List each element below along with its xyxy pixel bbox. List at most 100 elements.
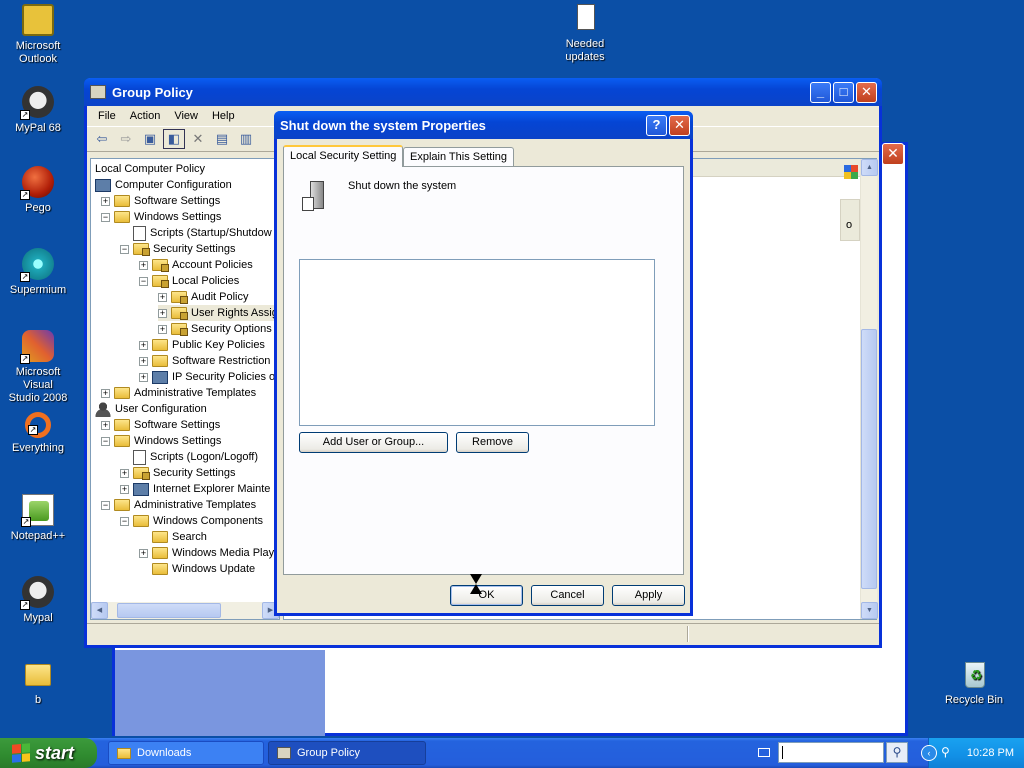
scroll-up-icon[interactable]: ▲: [861, 159, 878, 176]
desktop-icon-everything[interactable]: ↗ Everything: [0, 412, 76, 455]
expand-icon[interactable]: +: [158, 308, 167, 318]
tree-node-scripts-startup[interactable]: Scripts (Startup/Shutdow: [133, 225, 272, 241]
remove-button[interactable]: Remove: [456, 432, 529, 453]
desktop-icon-visual-studio[interactable]: ↗ Microsoft Visual Studio 2008: [0, 330, 76, 405]
menu-file[interactable]: File: [91, 110, 123, 122]
scroll-down-icon[interactable]: ▼: [861, 602, 878, 619]
taskbar-search-input[interactable]: [778, 742, 884, 763]
tree-node-user-security-settings[interactable]: + Security Settings: [120, 465, 236, 481]
close-button[interactable]: ✕: [856, 81, 877, 103]
properties-dialog[interactable]: Shut down the system Properties ? ✕ Loca…: [274, 111, 693, 616]
tree-node-ie-maintenance[interactable]: + Internet Explorer Mainte: [120, 481, 270, 497]
desktop-icon-mypal68[interactable]: ↗ MyPal 68: [0, 86, 76, 135]
cancel-button[interactable]: Cancel: [531, 585, 604, 606]
tab-local-security-setting[interactable]: Local Security Setting: [283, 145, 404, 167]
show-hide-tree-icon[interactable]: ◧: [163, 129, 185, 149]
menu-view[interactable]: View: [167, 110, 205, 122]
tree-node-scripts-logon[interactable]: Scripts (Logon/Logoff): [133, 449, 258, 465]
tree-node-software-restriction[interactable]: + Software Restriction: [139, 353, 270, 369]
help-button[interactable]: ?: [646, 114, 667, 136]
background-window-close-button[interactable]: ✕: [882, 143, 904, 165]
scroll-thumb[interactable]: [861, 329, 877, 589]
tree-node-account-policies[interactable]: + Account Policies: [139, 257, 253, 273]
collapse-icon[interactable]: −: [120, 516, 129, 526]
collapse-icon[interactable]: −: [139, 276, 148, 286]
desktop-icon-pego[interactable]: ↗ Pego: [0, 166, 76, 215]
up-folder-icon[interactable]: ▣: [139, 129, 161, 149]
tree-horizontal-scrollbar[interactable]: ◀ ▶: [91, 602, 279, 619]
tray-search-icon[interactable]: ⚲: [941, 745, 950, 759]
tree-node-computer-configuration[interactable]: Computer Configuration: [95, 177, 232, 193]
maximize-button[interactable]: □: [833, 81, 854, 103]
collapse-icon[interactable]: −: [101, 500, 110, 510]
tree-node-local-computer-policy[interactable]: Local Computer Policy: [95, 161, 205, 177]
expand-icon[interactable]: +: [139, 340, 148, 350]
tab-explain-this-setting[interactable]: Explain This Setting: [403, 147, 515, 167]
expand-icon[interactable]: +: [101, 388, 110, 398]
tree-node-user-configuration[interactable]: User Configuration: [95, 401, 207, 417]
tree-node-security-options[interactable]: + Security Options: [158, 321, 272, 337]
menu-help[interactable]: Help: [205, 110, 242, 122]
tree-node-security-settings[interactable]: − Security Settings: [120, 241, 236, 257]
tree-node-local-policies[interactable]: − Local Policies: [139, 273, 239, 289]
expand-icon[interactable]: +: [139, 356, 148, 366]
tree-node-audit-policy[interactable]: + Audit Policy: [158, 289, 248, 305]
keyboard-icon[interactable]: [758, 748, 770, 757]
ok-button[interactable]: OK: [450, 585, 523, 606]
expand-icon[interactable]: +: [120, 468, 129, 478]
tree-node-windows-media-player[interactable]: + Windows Media Playe: [139, 545, 279, 561]
tree-node-user-admin-templates[interactable]: − Administrative Templates: [101, 497, 256, 513]
desktop-icon-recycle-bin[interactable]: ♻ Recycle Bin: [936, 658, 1012, 707]
tree-node-software-settings[interactable]: + Software Settings: [101, 193, 220, 209]
tray-expand-icon[interactable]: ‹: [921, 745, 937, 761]
desktop-icon-notepadpp[interactable]: ↗ Notepad++: [0, 494, 76, 543]
tree-node-user-software-settings[interactable]: + Software Settings: [101, 417, 220, 433]
clock[interactable]: 10:28 PM: [967, 747, 1014, 759]
taskbar-item-group-policy[interactable]: Group Policy: [268, 741, 426, 765]
tree-node-administrative-templates[interactable]: + Administrative Templates: [101, 385, 256, 401]
properties-icon[interactable]: ▤: [211, 129, 233, 149]
desktop-icon-outlook[interactable]: Microsoft Outlook: [0, 4, 76, 66]
taskbar-item-downloads[interactable]: Downloads: [108, 741, 264, 765]
expand-icon[interactable]: +: [139, 372, 148, 382]
desktop-icon-b-folder[interactable]: b: [0, 658, 76, 707]
tree-node-ip-security-policies[interactable]: + IP Security Policies or: [139, 369, 279, 385]
group-policy-titlebar[interactable]: Group Policy _ □ ✕: [84, 78, 882, 106]
expand-icon[interactable]: +: [139, 260, 148, 270]
apply-button[interactable]: Apply: [612, 585, 685, 606]
dialog-close-button[interactable]: ✕: [669, 114, 690, 136]
details-vertical-scrollbar[interactable]: ▲ ▼: [860, 159, 878, 619]
scroll-left-icon[interactable]: ◀: [91, 602, 108, 619]
collapse-icon[interactable]: −: [101, 436, 110, 446]
tree-node-windows-settings[interactable]: − Windows Settings: [101, 209, 221, 225]
user-group-list[interactable]: [299, 259, 655, 426]
tree-node-search[interactable]: Search: [152, 529, 207, 545]
tree-node-user-windows-settings[interactable]: − Windows Settings: [101, 433, 221, 449]
add-user-or-group-button[interactable]: Add User or Group...: [299, 432, 448, 453]
start-button[interactable]: start: [0, 738, 97, 768]
desktop-icon-mypal[interactable]: ↗ Mypal: [0, 576, 76, 625]
expand-icon[interactable]: +: [101, 420, 110, 430]
expand-icon[interactable]: +: [120, 484, 129, 494]
collapse-icon[interactable]: −: [101, 212, 110, 222]
dialog-titlebar[interactable]: Shut down the system Properties ? ✕: [274, 111, 693, 139]
tree-node-public-key-policies[interactable]: + Public Key Policies: [139, 337, 265, 353]
scroll-thumb[interactable]: [117, 603, 221, 618]
expand-icon[interactable]: +: [139, 548, 148, 558]
forward-arrow-icon[interactable]: ⇨: [115, 129, 137, 149]
expand-icon[interactable]: +: [101, 196, 110, 206]
collapse-icon[interactable]: −: [120, 244, 129, 254]
menu-action[interactable]: Action: [123, 110, 168, 122]
minimize-button[interactable]: _: [810, 81, 831, 103]
expand-icon[interactable]: +: [158, 292, 167, 302]
tree-pane[interactable]: Local Computer Policy Computer Configura…: [90, 158, 280, 620]
desktop-icon-supermium[interactable]: ↗ Supermium: [0, 248, 76, 297]
back-arrow-icon[interactable]: ⇦: [91, 129, 113, 149]
desktop-icon-needed-updates[interactable]: Needed updates: [547, 2, 623, 64]
export-list-icon[interactable]: ▥: [235, 129, 257, 149]
expand-icon[interactable]: +: [158, 324, 167, 334]
tree-node-windows-components[interactable]: − Windows Components: [120, 513, 263, 529]
delete-icon[interactable]: ✕: [187, 129, 209, 149]
search-go-button[interactable]: ⚲: [886, 742, 908, 763]
tree-node-user-rights-assignment[interactable]: + User Rights Assig: [158, 305, 278, 321]
